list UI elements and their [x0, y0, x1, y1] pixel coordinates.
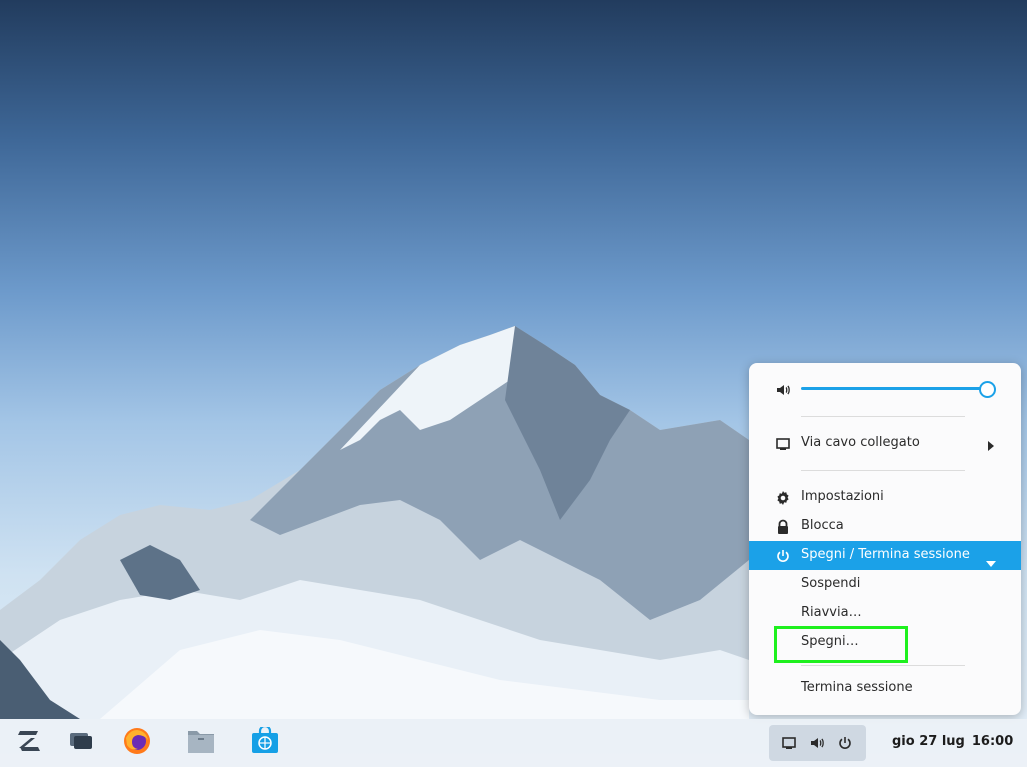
clock[interactable]: gio 27 lug 16:00: [892, 734, 1013, 749]
suspend-label: Sospendi: [801, 576, 861, 591]
restart-item[interactable]: Riavvia…: [749, 599, 1021, 628]
volume-slider-track[interactable]: [801, 387, 988, 390]
clock-time: 16:00: [971, 734, 1014, 749]
power-icon: [836, 734, 854, 752]
logout-item[interactable]: Termina sessione: [749, 674, 1021, 703]
lock-item[interactable]: Blocca: [749, 512, 1021, 541]
network-label: Via cavo collegato: [801, 435, 920, 450]
power-off-logout-label: Spegni / Termina sessione: [801, 547, 970, 562]
zorin-menu-icon: [15, 729, 43, 757]
files-button[interactable]: [184, 726, 218, 760]
system-tray[interactable]: [769, 725, 866, 761]
firefox-button[interactable]: [120, 726, 154, 760]
settings-item[interactable]: Impostazioni: [749, 483, 1021, 512]
gear-icon: [775, 490, 791, 506]
volume-icon: [808, 734, 826, 752]
lock-label: Blocca: [801, 518, 844, 533]
volume-icon: [775, 382, 791, 398]
power-icon: [775, 548, 791, 564]
settings-label: Impostazioni: [801, 489, 884, 504]
restart-label: Riavvia…: [801, 605, 862, 620]
highlight-box: [774, 626, 908, 663]
clock-date: gio 27 lug: [892, 734, 965, 749]
volume-slider-knob[interactable]: [979, 381, 996, 398]
separator: [801, 470, 965, 471]
zorin-menu-button[interactable]: [12, 726, 46, 760]
firefox-icon: [122, 726, 152, 760]
logout-label: Termina sessione: [801, 680, 913, 695]
wired-network-icon: [775, 436, 791, 452]
software-store-icon: [250, 724, 280, 759]
network-item[interactable]: Via cavo collegato: [749, 429, 1021, 458]
software-store-button[interactable]: [248, 724, 282, 760]
workspaces-icon: [68, 731, 94, 755]
display-icon: [780, 734, 798, 752]
chevron-right-icon: [987, 437, 995, 456]
separator: [801, 416, 965, 417]
suspend-item[interactable]: Sospendi: [749, 570, 1021, 599]
separator: [801, 665, 965, 666]
workspaces-button[interactable]: [64, 726, 98, 760]
power-off-logout-item[interactable]: Spegni / Termina sessione: [749, 541, 1021, 570]
files-icon: [186, 727, 216, 759]
taskbar: gio 27 lug 16:00: [0, 719, 1027, 767]
lock-icon: [775, 519, 791, 535]
volume-row: [749, 375, 1021, 404]
